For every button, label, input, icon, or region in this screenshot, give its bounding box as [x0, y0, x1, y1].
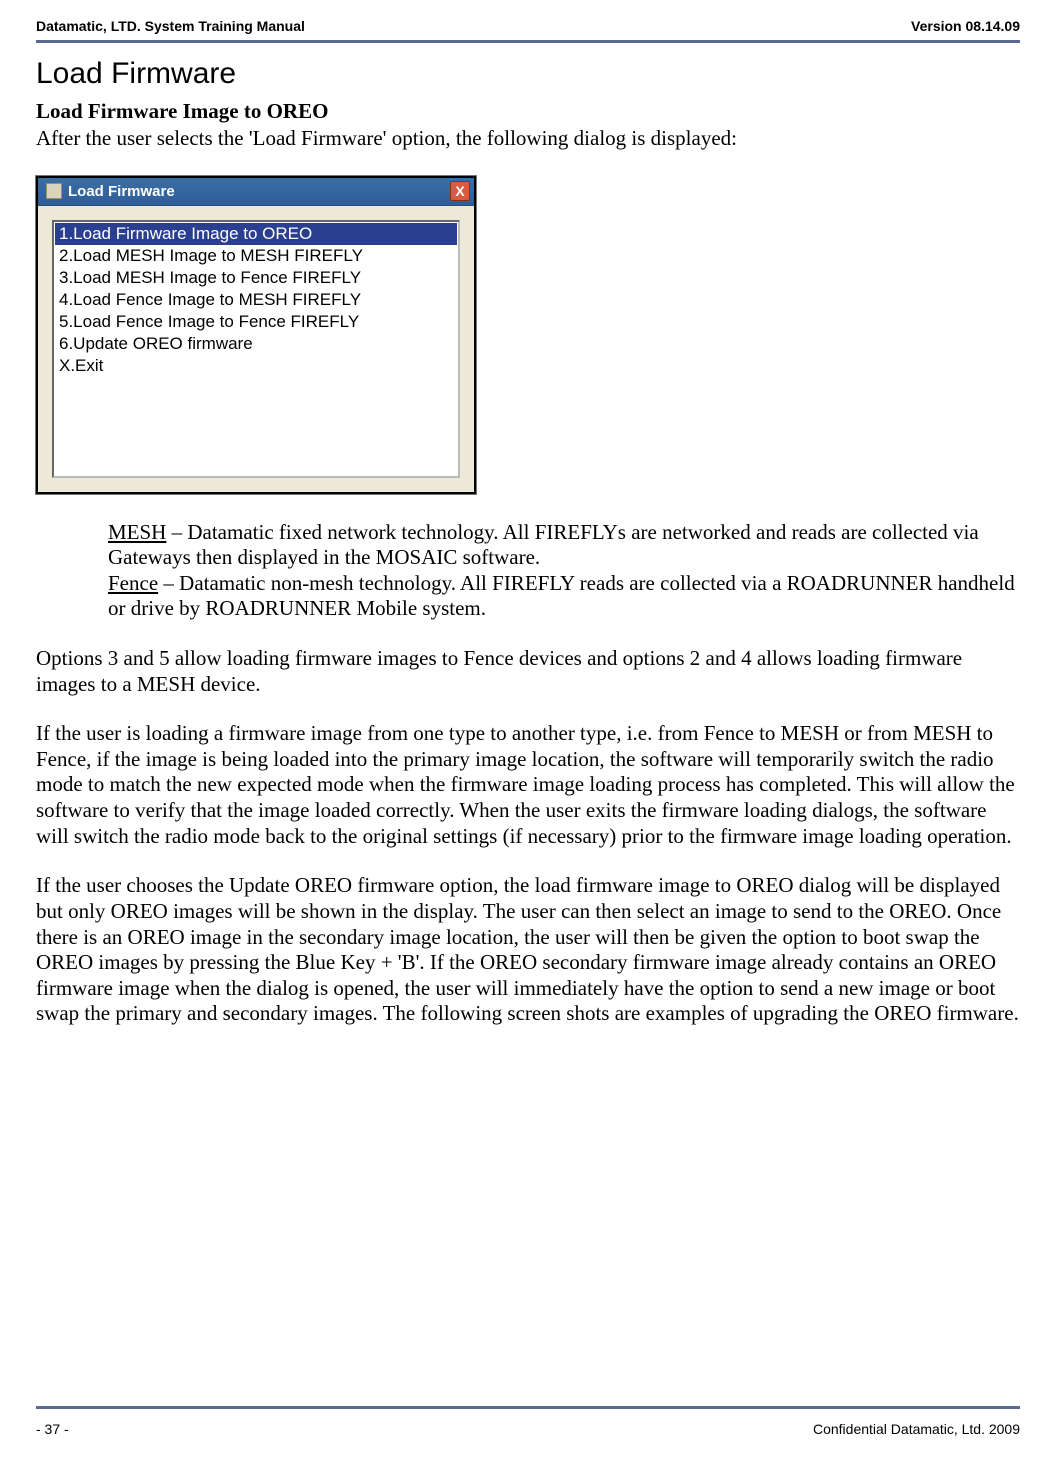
dialog-screenshot: Load Firmware X 1.Load Firmware Image to… — [36, 176, 1020, 494]
paragraph-options: Options 3 and 5 allow loading firmware i… — [36, 646, 1020, 697]
mesh-term: MESH — [108, 520, 166, 544]
header: Datamatic, LTD. System Training Manual V… — [36, 18, 1020, 40]
dialog-titlebar: Load Firmware X — [38, 178, 474, 206]
close-button[interactable]: X — [450, 181, 470, 201]
header-right: Version 08.14.09 — [911, 18, 1020, 34]
mesh-definition: MESH – Datamatic fixed network technolog… — [108, 520, 1020, 571]
definitions-block: MESH – Datamatic fixed network technolog… — [108, 520, 1020, 622]
fence-term: Fence — [108, 571, 158, 595]
list-item[interactable]: 2.Load MESH Image to MESH FIREFLY — [55, 245, 457, 267]
fence-text: – Datamatic non-mesh technology. All FIR… — [108, 571, 1015, 621]
footer: - 37 - Confidential Datamatic, Ltd. 2009 — [36, 1421, 1020, 1437]
footer-rule — [36, 1406, 1020, 1409]
paragraph-loading: If the user is loading a firmware image … — [36, 721, 1020, 849]
footer-right: Confidential Datamatic, Ltd. 2009 — [813, 1421, 1020, 1437]
listbox[interactable]: 1.Load Firmware Image to OREO 2.Load MES… — [52, 220, 460, 478]
list-item[interactable]: 3.Load MESH Image to Fence FIREFLY — [55, 267, 457, 289]
fence-definition: Fence – Datamatic non-mesh technology. A… — [108, 571, 1020, 622]
intro-paragraph: After the user selects the 'Load Firmwar… — [36, 126, 1020, 152]
header-rule — [36, 40, 1020, 43]
load-firmware-dialog: Load Firmware X 1.Load Firmware Image to… — [36, 176, 476, 494]
page-number: - 37 - — [36, 1421, 69, 1437]
list-item[interactable]: 5.Load Fence Image to Fence FIREFLY — [55, 311, 457, 333]
dialog-title: Load Firmware — [68, 183, 175, 200]
app-icon — [46, 183, 62, 199]
subsection-title: Load Firmware Image to OREO — [36, 99, 1020, 124]
list-item[interactable]: X.Exit — [55, 355, 457, 377]
list-item[interactable]: 4.Load Fence Image to MESH FIREFLY — [55, 289, 457, 311]
paragraph-oreo: If the user chooses the Update OREO firm… — [36, 873, 1020, 1027]
dialog-body: 1.Load Firmware Image to OREO 2.Load MES… — [38, 206, 474, 492]
list-item[interactable]: 1.Load Firmware Image to OREO — [55, 223, 457, 245]
mesh-text: – Datamatic fixed network technology. Al… — [108, 520, 979, 570]
header-left: Datamatic, LTD. System Training Manual — [36, 18, 305, 34]
list-item[interactable]: 6.Update OREO firmware — [55, 333, 457, 355]
titlebar-left: Load Firmware — [46, 183, 175, 200]
section-title: Load Firmware — [36, 57, 1020, 91]
